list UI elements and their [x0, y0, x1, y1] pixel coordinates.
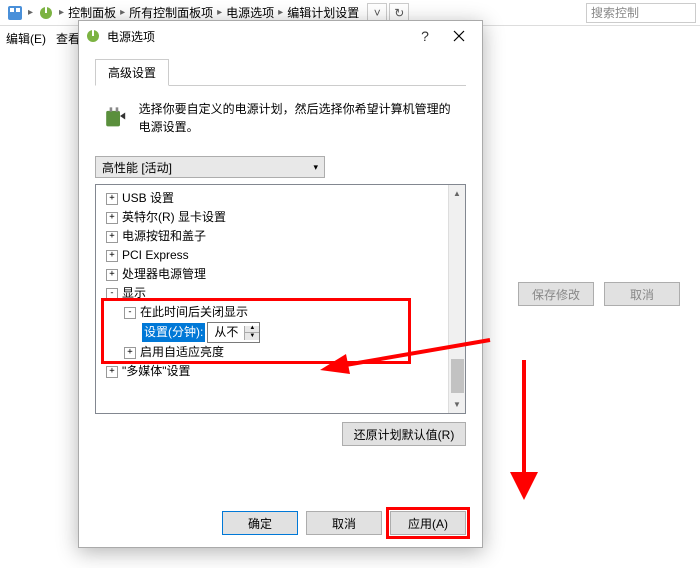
menu-view[interactable]: 查看	[56, 30, 80, 47]
chevron-right-icon: ▸	[26, 7, 35, 18]
search-input[interactable]: 搜索控制	[586, 3, 696, 23]
power-icon	[38, 5, 54, 21]
chevron-right-icon: ▸	[118, 7, 127, 18]
tree-item-turn-off-display[interactable]: -在此时间后关闭显示	[100, 303, 461, 322]
description-area: 选择你要自定义的电源计划，然后选择你希望计算机管理的电源设置。	[95, 86, 466, 156]
tab-strip: 高级设置	[95, 59, 466, 86]
restore-defaults-button[interactable]: 还原计划默认值(R)	[342, 422, 466, 446]
restore-row: 还原计划默认值(R)	[95, 422, 466, 446]
chevron-right-icon: ▸	[276, 7, 285, 18]
save-changes-button[interactable]: 保存修改	[518, 282, 594, 306]
tree-item-adaptive-brightness[interactable]: +启用自适应亮度	[100, 343, 461, 362]
tree-item-processor-power[interactable]: +处理器电源管理	[100, 265, 461, 284]
setting-label: 设置(分钟):	[142, 323, 205, 342]
expand-icon[interactable]: +	[106, 269, 118, 281]
ok-button[interactable]: 确定	[222, 511, 298, 535]
collapse-icon[interactable]: -	[106, 288, 118, 300]
cancel-button[interactable]: 取消	[306, 511, 382, 535]
chevron-down-icon: ▾	[313, 162, 318, 173]
annotation-arrow	[500, 350, 560, 510]
expand-icon[interactable]: +	[106, 250, 118, 262]
tree-item-intel-graphics[interactable]: +英特尔(R) 显卡设置	[100, 208, 461, 227]
collapse-icon[interactable]: -	[124, 307, 136, 319]
control-panel-icon	[7, 5, 23, 21]
expand-icon[interactable]: +	[106, 193, 118, 205]
dialog-body: 高级设置 选择你要自定义的电源计划，然后选择你希望计算机管理的电源设置。 高性能…	[79, 51, 482, 454]
dialog-title: 电源选项	[107, 28, 408, 45]
description-text: 选择你要自定义的电源计划，然后选择你希望计算机管理的电源设置。	[139, 100, 460, 136]
settings-tree: +USB 设置 +英特尔(R) 显卡设置 +电源按钮和盖子 +PCI Expre…	[95, 184, 466, 414]
spinner-buttons[interactable]: ▲▼	[244, 326, 259, 340]
expand-icon[interactable]: +	[106, 212, 118, 224]
setting-value-spinner[interactable]: 从不 ▲▼	[207, 322, 260, 343]
breadcrumb-item[interactable]: 所有控制面板项	[127, 4, 215, 21]
dialog-titlebar: 电源选项 ?	[79, 21, 482, 51]
apply-button[interactable]: 应用(A)	[390, 511, 466, 535]
breadcrumb-item[interactable]: 编辑计划设置	[285, 4, 361, 21]
breadcrumb-item[interactable]: 电源选项	[224, 4, 276, 21]
setting-value: 从不	[208, 323, 244, 342]
help-button[interactable]: ?	[408, 25, 442, 47]
tree-item-usb[interactable]: +USB 设置	[100, 189, 461, 208]
cancel-button[interactable]: 取消	[604, 282, 680, 306]
spinner-down[interactable]: ▼	[245, 333, 259, 340]
close-icon	[453, 30, 465, 42]
page-buttons: 保存修改 取消	[518, 282, 680, 306]
tree-item-multimedia[interactable]: +"多媒体"设置	[100, 362, 461, 381]
menu-edit[interactable]: 编辑(E)	[6, 30, 46, 47]
expand-icon[interactable]: +	[106, 366, 118, 378]
battery-plug-icon	[101, 100, 129, 132]
power-icon	[85, 28, 101, 44]
power-plan-select[interactable]: 高性能 [活动] ▾	[95, 156, 325, 178]
scroll-down-button[interactable]: ▼	[449, 396, 465, 413]
tree-item-power-buttons[interactable]: +电源按钮和盖子	[100, 227, 461, 246]
expand-icon[interactable]: +	[124, 347, 136, 359]
plan-selected-label: 高性能 [活动]	[102, 159, 172, 176]
scroll-thumb[interactable]	[451, 359, 464, 393]
tab-advanced-settings[interactable]: 高级设置	[95, 59, 169, 86]
chevron-right-icon: ▸	[215, 7, 224, 18]
tree-item-pci-express[interactable]: +PCI Express	[100, 246, 461, 265]
tree-item-display[interactable]: -显示	[100, 284, 461, 303]
dialog-buttons: 确定 取消 应用(A)	[222, 511, 466, 535]
breadcrumb-item[interactable]: 控制面板	[66, 4, 118, 21]
tree-scrollbar[interactable]: ▲ ▼	[448, 185, 465, 413]
close-button[interactable]	[442, 25, 476, 47]
chevron-right-icon: ▸	[57, 7, 66, 18]
scroll-up-button[interactable]: ▲	[449, 185, 465, 202]
power-options-dialog: 电源选项 ? 高级设置 选择你要自定义的电源计划，然后选择你希望计算机管理的电源…	[78, 20, 483, 548]
tree-item-setting-minutes[interactable]: 设置(分钟): 从不 ▲▼	[100, 322, 461, 343]
expand-icon[interactable]: +	[106, 231, 118, 243]
